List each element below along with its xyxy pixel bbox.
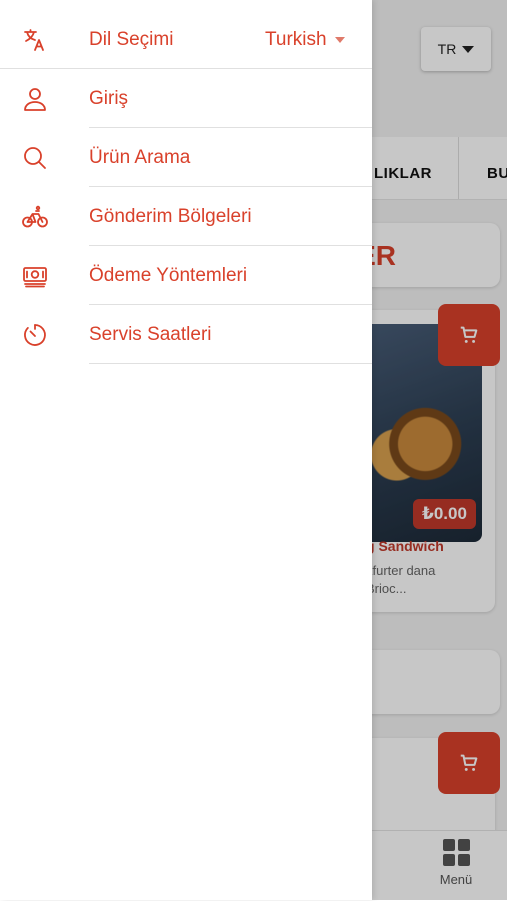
drawer-item-login[interactable]: Giriş [0, 70, 372, 128]
language-select[interactable]: Turkish [265, 29, 345, 51]
bicycle-icon [21, 203, 49, 231]
divider [89, 304, 372, 305]
side-drawer: Dil Seçimi Turkish Giriş Ürün Arama Gönd… [0, 0, 372, 900]
drawer-item-service-hours[interactable]: Servis Saatleri [0, 306, 372, 364]
drawer-item-label: Gönderim Bölgeleri [89, 206, 252, 227]
drawer-item-language[interactable]: Dil Seçimi Turkish [0, 11, 372, 69]
divider [89, 186, 372, 187]
divider [89, 363, 372, 364]
drawer-item-label: Ürün Arama [89, 147, 191, 168]
drawer-item-label: Ödeme Yöntemleri [89, 265, 248, 286]
drawer-item-payment-methods[interactable]: Ödeme Yöntemleri [0, 247, 372, 305]
cash-icon [21, 262, 49, 290]
search-icon [21, 144, 49, 172]
drawer-item-search[interactable]: Ürün Arama [0, 129, 372, 187]
translate-icon [21, 26, 49, 54]
drawer-item-label: Servis Saatleri [89, 324, 212, 345]
user-icon [21, 85, 49, 113]
drawer-item-label: Dil Seçimi [89, 29, 174, 50]
divider [89, 245, 372, 246]
language-select-value: Turkish [265, 29, 327, 50]
divider [0, 68, 372, 69]
timer-icon [21, 321, 49, 349]
drawer-item-label: Giriş [89, 88, 129, 109]
caret-down-icon [334, 37, 345, 43]
drawer-item-delivery-zones[interactable]: Gönderim Bölgeleri [0, 188, 372, 246]
divider [89, 127, 372, 128]
